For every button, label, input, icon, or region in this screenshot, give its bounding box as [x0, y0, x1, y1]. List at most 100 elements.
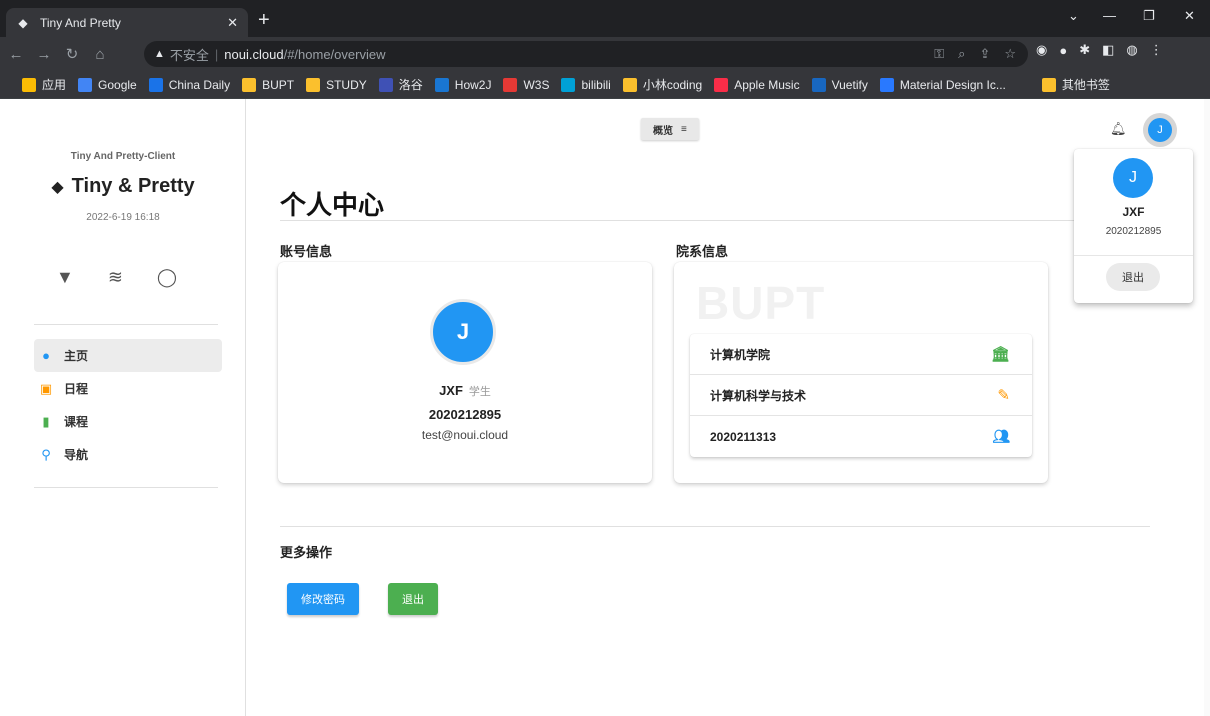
bookmark-item[interactable]: STUDY: [306, 77, 367, 92]
sidebar: Tiny And Pretty-Client ◆ Tiny & Pretty 20…: [0, 99, 246, 716]
bookmark-item[interactable]: W3S: [503, 77, 550, 92]
scrollbar[interactable]: [1204, 99, 1210, 716]
sidebar-item-label: 课程: [64, 415, 89, 429]
zoom-icon[interactable]: ⌕: [958, 46, 965, 62]
bookmark-label: bilibili: [581, 77, 611, 92]
bookmark-label: China Daily: [168, 77, 231, 92]
back-icon[interactable]: ←: [4, 46, 28, 63]
bookmark-label: 其他书签: [1061, 78, 1110, 92]
bookmark-icon: [811, 77, 826, 92]
bookmark-icon: [378, 77, 393, 92]
bookmark-icon: [434, 77, 449, 92]
extension-icon[interactable]: ◉: [1036, 42, 1047, 58]
github-icon[interactable]: ◯: [157, 267, 177, 288]
bookmark-label: BUPT: [262, 77, 295, 92]
menu-icon[interactable]: ⋮: [1150, 42, 1163, 58]
sidepanel-icon[interactable]: ◧: [1102, 42, 1114, 58]
bookmark-item[interactable]: 小林coding: [622, 76, 703, 93]
bookmark-item[interactable]: BUPT: [242, 77, 295, 92]
bookmark-item[interactable]: China Daily: [148, 77, 231, 92]
calendar-icon: ▣: [39, 380, 53, 396]
dept-card: BUPT 计算机学院 🏛︎ 计算机科学与技术 ✎ 2020211313 👥︎: [674, 262, 1048, 483]
browser-tab[interactable]: ◆ Tiny And Pretty ✕: [6, 8, 248, 37]
extension-badge-icon[interactable]: ●: [1059, 43, 1067, 58]
pencil-icon: ✎: [997, 387, 1010, 404]
bookmark-item[interactable]: bilibili: [561, 77, 611, 92]
bookmark-label: 小林coding: [642, 78, 703, 92]
sidebar-item-label: 导航: [64, 448, 89, 462]
bupt-watermark: BUPT: [696, 277, 826, 329]
account-name-line: JXF 学生: [278, 383, 652, 399]
list-item: 计算机科学与技术 ✎: [690, 375, 1032, 416]
avatar: J: [430, 299, 496, 365]
bookmark-item[interactable]: 洛谷: [378, 76, 423, 93]
account-name: JXF: [439, 383, 463, 398]
bell-icon[interactable]: 🔔︎: [1110, 121, 1127, 137]
bookmark-icon: [1041, 77, 1056, 92]
restore-button[interactable]: ❐: [1143, 8, 1155, 24]
star-icon[interactable]: ☆: [1004, 46, 1016, 62]
bookmark-item[interactable]: Vuetify: [811, 77, 868, 92]
breadcrumb-label: 概览: [653, 125, 673, 137]
account-id: 2020212895: [428, 407, 502, 422]
account-circle-icon: ●: [42, 348, 50, 363]
app-name: Tiny And Pretty-Client: [70, 151, 176, 162]
address-bar[interactable]: ▲ 不安全 | noui.cloud /#/home/overview ⚿ ⌕ …: [144, 41, 1028, 67]
sidebar-item-home[interactable]: ● 主页: [34, 339, 222, 372]
user-menu: J JXF 2020212895 退出: [1074, 149, 1193, 303]
dept-section-title: 院系信息: [676, 244, 729, 259]
user-menu-logout-button[interactable]: 退出: [1106, 263, 1160, 291]
warning-icon: ▲: [154, 48, 165, 60]
sidebar-item-label: 日程: [64, 382, 89, 396]
sidebar-item-course[interactable]: ▮ 课程: [34, 405, 222, 438]
window-close-button[interactable]: ✕: [1184, 8, 1195, 24]
close-icon[interactable]: ✕: [227, 15, 238, 31]
avatar-button[interactable]: J: [1143, 113, 1177, 147]
home-icon[interactable]: ⌂: [88, 46, 112, 63]
account-card: J JXF 学生 2020212895 test@noui.cloud: [278, 262, 652, 483]
change-password-button[interactable]: 修改密码: [287, 583, 359, 615]
sidebar-divider: [34, 487, 218, 488]
reload-icon[interactable]: ↻: [60, 45, 84, 63]
dept-row-label: 2020211313: [710, 429, 777, 444]
bookmark-label: Google: [98, 77, 137, 92]
share-icon[interactable]: ⇪: [979, 46, 990, 62]
brand-title: ◆ Tiny & Pretty: [0, 175, 246, 198]
profile-icon[interactable]: ◍: [1126, 42, 1137, 58]
url-host: noui.cloud: [224, 46, 284, 62]
breadcrumb[interactable]: 概览 ≡: [641, 118, 699, 140]
new-tab-button[interactable]: +: [258, 9, 270, 31]
vuetify-icon[interactable]: ▼: [56, 267, 74, 288]
key-icon[interactable]: ⚿: [934, 46, 944, 62]
user-menu-id: 2020212895: [1105, 226, 1162, 237]
account-role: 学生: [468, 386, 491, 398]
bookmark-label: Apple Music: [734, 77, 800, 92]
database-icon[interactable]: ≋: [108, 267, 123, 288]
bookmark-item[interactable]: 其他书签: [1041, 76, 1110, 93]
minimize-button[interactable]: —: [1103, 8, 1116, 23]
sidebar-item-schedule[interactable]: ▣ 日程: [34, 372, 222, 405]
bookmark-item[interactable]: Material Design Ic...: [879, 77, 1006, 92]
bookmark-item[interactable]: Apple Music: [714, 77, 800, 92]
bookmark-item[interactable]: 应用: [22, 76, 66, 93]
bookmark-item[interactable]: How2J: [434, 77, 492, 92]
dept-list: 计算机学院 🏛︎ 计算机科学与技术 ✎ 2020211313 👥︎: [690, 334, 1032, 457]
bookmark-icon: [306, 77, 321, 92]
forward-icon[interactable]: →: [32, 46, 56, 63]
puzzle-icon[interactable]: ✱: [1079, 42, 1090, 58]
chevron-down-icon[interactable]: ⌄: [1068, 8, 1079, 24]
bookmark-label: How2J: [454, 77, 492, 92]
bank-icon: 🏛︎: [990, 346, 1010, 363]
dept-row-label: 计算机科学与技术: [710, 388, 807, 403]
bookmark-label: 应用: [42, 78, 67, 92]
bookmark-icon: [879, 77, 894, 92]
bookmark-item[interactable]: Google: [78, 77, 137, 92]
bookmark-icon: [503, 77, 518, 92]
brand-label: Tiny & Pretty: [71, 175, 195, 197]
bookmark-icon: [78, 77, 93, 92]
logout-button[interactable]: 退出: [388, 583, 438, 615]
dept-row-label: 计算机学院: [710, 347, 771, 362]
bookmark-label: W3S: [523, 77, 550, 92]
sidebar-item-navigation[interactable]: ⚲ 导航: [34, 438, 222, 471]
bookmark-label: STUDY: [326, 77, 367, 92]
